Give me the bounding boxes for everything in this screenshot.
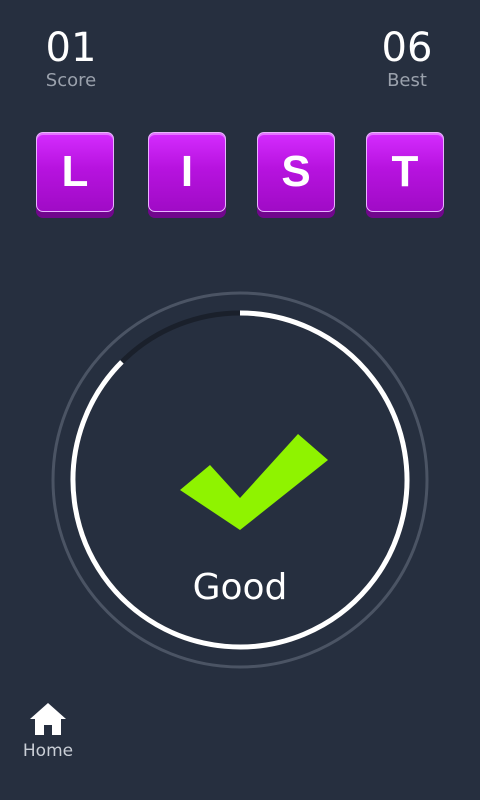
score-value: 01	[45, 25, 97, 71]
home-button[interactable]: Home	[16, 700, 80, 762]
score-panel: 01 Score	[16, 26, 126, 92]
home-icon	[30, 703, 66, 735]
checkmark-icon	[180, 434, 328, 530]
timer-ring	[50, 290, 430, 670]
timer-outer-ring	[51, 291, 429, 669]
home-label: Home	[22, 741, 74, 761]
best-value: 06	[381, 25, 433, 71]
letter-tile-3[interactable]: S	[257, 132, 335, 212]
game-screen: 01 Score 06 Best L I S T Good Home	[0, 0, 480, 800]
letter-tiles: L I S T	[0, 132, 480, 222]
letter-tile-4[interactable]: T	[366, 132, 444, 212]
best-panel: 06 Best	[352, 26, 462, 92]
result-label: Good	[192, 567, 288, 608]
score-label: Score	[45, 70, 97, 91]
timer-svg	[51, 291, 429, 669]
best-label: Best	[387, 70, 427, 91]
letter-tile-1[interactable]: L	[36, 132, 114, 212]
letter-tile-2[interactable]: I	[148, 132, 226, 212]
